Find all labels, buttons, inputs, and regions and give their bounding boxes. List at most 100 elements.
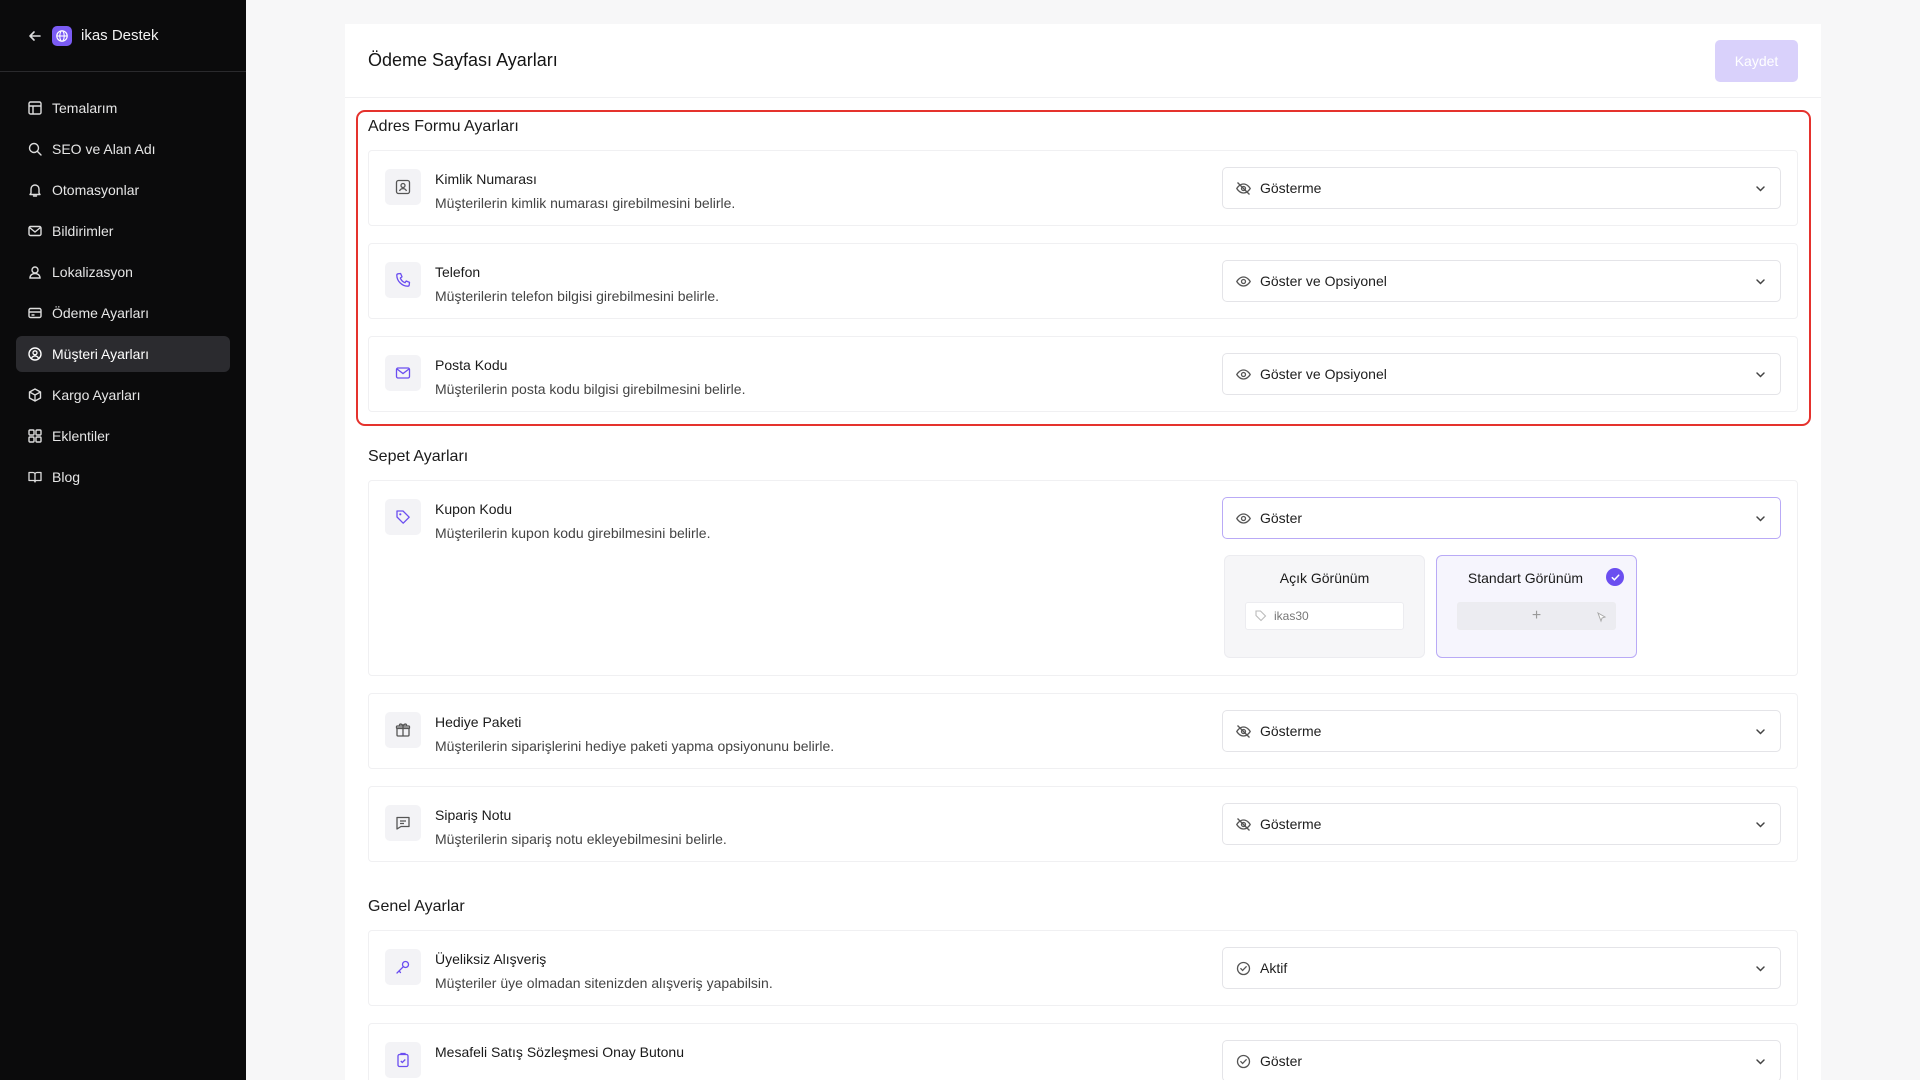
chevron-down-icon: [1753, 367, 1768, 382]
sidebar-item-bildirimler[interactable]: Bildirimler: [16, 213, 230, 249]
user-circle-icon: [27, 346, 43, 362]
eye-off-icon: [1235, 723, 1252, 740]
open-view-option[interactable]: Açık Görünüm ikas30: [1224, 555, 1425, 658]
user-location-icon: [27, 264, 43, 280]
chevron-down-icon: [1753, 274, 1768, 289]
save-button[interactable]: Kaydet: [1715, 39, 1798, 82]
settings-content: Adres Formu Ayarları Kimlik Numarası Müş…: [345, 98, 1821, 1080]
eye-off-icon: [1235, 180, 1252, 197]
visibility-select-posta-kodu[interactable]: Göster ve Opsiyonel: [1222, 353, 1781, 395]
mail-icon: [385, 355, 421, 391]
chevron-down-icon: [1753, 817, 1768, 832]
setting-description: Müşterilerin siparişlerini hediye paketi…: [435, 738, 835, 754]
sidebar-brand[interactable]: ikas Destek: [81, 27, 159, 44]
select-value: Gösterme: [1260, 180, 1322, 196]
sidebar-item-kargo-ayarlari[interactable]: Kargo Ayarları: [16, 377, 230, 413]
chevron-down-icon: [1753, 961, 1768, 976]
setting-title: Posta Kodu: [435, 357, 508, 373]
setting-title: Hediye Paketi: [435, 714, 522, 730]
visibility-select-kupon[interactable]: Göster: [1222, 497, 1781, 539]
layout-icon: [27, 100, 43, 116]
setting-row-mesafeli-satis: Mesafeli Satış Sözleşmesi Onay Butonu Gö…: [368, 1023, 1798, 1080]
visibility-select-kimlik[interactable]: Gösterme: [1222, 167, 1781, 209]
sidebar-item-eklentiler[interactable]: Eklentiler: [16, 418, 230, 454]
sidebar: ikas Destek Temalarım SEO ve Alan Adı Ot…: [0, 0, 246, 1080]
check-circle-icon: [1606, 568, 1624, 586]
page-title: Ödeme Sayfası Ayarları: [368, 50, 558, 70]
sidebar-item-lokalizasyon[interactable]: Lokalizasyon: [16, 254, 230, 290]
grid-icon: [27, 428, 43, 444]
eye-icon: [1235, 273, 1252, 290]
status-select-uyeliksiz[interactable]: Aktif: [1222, 947, 1781, 989]
select-value: Göster: [1260, 1053, 1303, 1069]
sidebar-item-label: Kargo Ayarları: [52, 387, 141, 403]
sidebar-item-seo[interactable]: SEO ve Alan Adı: [16, 131, 230, 167]
sidebar-item-label: Ödeme Ayarları: [52, 305, 150, 321]
visibility-select-telefon[interactable]: Göster ve Opsiyonel: [1222, 260, 1781, 302]
setting-title: Üyeliksiz Alışveriş: [435, 951, 547, 967]
sidebar-item-label: Müşteri Ayarları: [52, 346, 149, 362]
section-title-general: Genel Ayarlar: [368, 898, 465, 915]
title-bar: Ödeme Sayfası Ayarları Kaydet: [345, 24, 1821, 98]
setting-row-siparis-notu: Sipariş Notu Müşterilerin sipariş notu e…: [368, 786, 1798, 862]
view-option-title: Açık Görünüm: [1279, 570, 1370, 586]
sidebar-item-odeme-ayarlari[interactable]: Ödeme Ayarları: [16, 295, 230, 331]
bell-icon: [27, 182, 43, 198]
clipboard-check-icon: [385, 1042, 421, 1078]
chevron-down-icon: [1753, 511, 1768, 526]
sidebar-item-musteri-ayarlari[interactable]: Müşteri Ayarları: [16, 336, 230, 372]
id-card-icon: [385, 169, 421, 205]
sidebar-item-otomasyonlar[interactable]: Otomasyonlar: [16, 172, 230, 208]
sidebar-nav: Temalarım SEO ve Alan Adı Otomasyonlar B…: [0, 72, 246, 495]
setting-title: Telefon: [435, 264, 481, 280]
sidebar-item-blog[interactable]: Blog: [16, 459, 230, 495]
setting-row-kupon: Kupon Kodu Müşterilerin kupon kodu gireb…: [368, 480, 1798, 676]
select-value: Göster ve Opsiyonel: [1260, 273, 1387, 289]
visibility-select-mesafeli-satis[interactable]: Göster: [1222, 1040, 1781, 1080]
tag-icon: [1254, 609, 1268, 623]
eye-icon: [1235, 510, 1252, 527]
eye-icon: [1235, 366, 1252, 383]
setting-row-posta-kodu: Posta Kodu Müşterilerin posta kodu bilgi…: [368, 336, 1798, 412]
message-icon: [385, 805, 421, 841]
box-icon: [27, 387, 43, 403]
sidebar-item-label: Lokalizasyon: [52, 264, 133, 280]
phone-icon: [385, 262, 421, 298]
sidebar-header: ikas Destek: [0, 0, 246, 72]
select-value: Göster: [1260, 510, 1303, 526]
coupon-sample-text: ikas30: [1274, 609, 1309, 623]
main-panel: Ödeme Sayfası Ayarları Kaydet Adres Form…: [345, 24, 1821, 1080]
setting-title: Kupon Kodu: [435, 501, 513, 517]
setting-row-kimlik: Kimlik Numarası Müşterilerin kimlik numa…: [368, 150, 1798, 226]
search-icon: [27, 141, 43, 157]
key-icon: [385, 949, 421, 985]
eye-off-icon: [1235, 816, 1252, 833]
setting-description: Müşterilerin posta kodu bilgisi girebilm…: [435, 381, 746, 397]
check-circle-icon: [1235, 960, 1252, 977]
tag-icon: [385, 499, 421, 535]
sidebar-item-label: Otomasyonlar: [52, 182, 140, 198]
arrow-left-icon[interactable]: [26, 27, 44, 45]
standard-view-option[interactable]: Standart Görünüm +: [1436, 555, 1637, 658]
check-circle-icon: [1235, 1053, 1252, 1070]
setting-description: Müşterilerin kupon kodu girebilmesini be…: [435, 525, 711, 541]
sidebar-item-label: Temalarım: [52, 100, 118, 116]
book-icon: [27, 469, 43, 485]
setting-description: Müşterilerin telefon bilgisi girebilmesi…: [435, 288, 720, 304]
chevron-down-icon: [1753, 181, 1768, 196]
select-value: Aktif: [1260, 960, 1288, 976]
sidebar-item-label: SEO ve Alan Adı: [52, 141, 156, 157]
setting-title: Kimlik Numarası: [435, 171, 537, 187]
visibility-select-hediye[interactable]: Gösterme: [1222, 710, 1781, 752]
section-title-address: Adres Formu Ayarları: [368, 118, 519, 135]
plus-icon: +: [1531, 607, 1542, 624]
globe-icon: [52, 25, 72, 46]
setting-row-hediye: Hediye Paketi Müşterilerin siparişlerini…: [368, 693, 1798, 769]
gift-icon: [385, 712, 421, 748]
sidebar-item-label: Bildirimler: [52, 223, 114, 239]
visibility-select-siparis-notu[interactable]: Gösterme: [1222, 803, 1781, 845]
sidebar-item-label: Eklentiler: [52, 428, 110, 444]
setting-description: Müşteriler üye olmadan sitenizden alışve…: [435, 975, 773, 991]
sidebar-item-temalarim[interactable]: Temalarım: [16, 90, 230, 126]
setting-description: Müşterilerin sipariş notu ekleyebilmesin…: [435, 831, 727, 847]
